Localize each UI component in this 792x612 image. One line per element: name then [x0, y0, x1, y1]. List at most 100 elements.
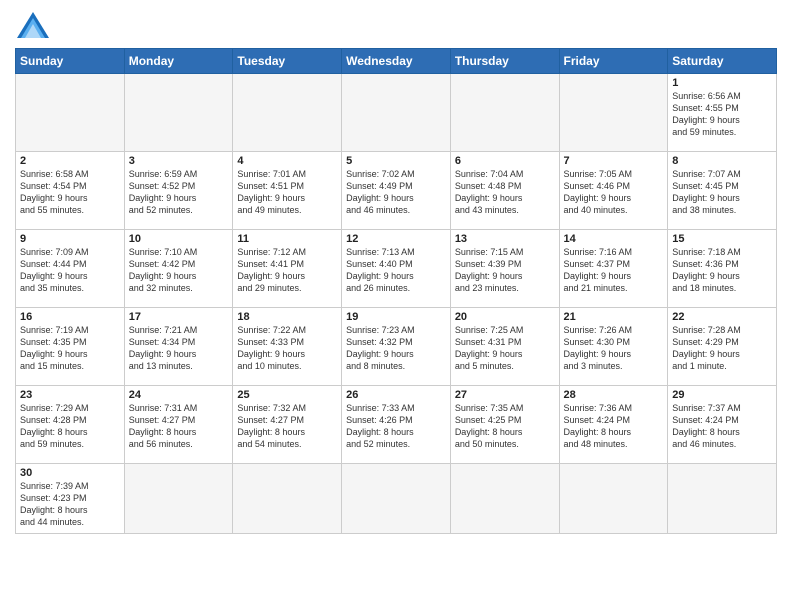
calendar-cell: 4Sunrise: 7:01 AM Sunset: 4:51 PM Daylig…	[233, 152, 342, 230]
calendar-week-row: 9Sunrise: 7:09 AM Sunset: 4:44 PM Daylig…	[16, 230, 777, 308]
day-number: 27	[455, 389, 555, 401]
day-number: 5	[346, 155, 446, 167]
calendar-cell	[450, 74, 559, 152]
day-info: Sunrise: 7:32 AM Sunset: 4:27 PM Dayligh…	[237, 402, 337, 451]
day-info: Sunrise: 6:58 AM Sunset: 4:54 PM Dayligh…	[20, 168, 120, 217]
day-info: Sunrise: 7:18 AM Sunset: 4:36 PM Dayligh…	[672, 246, 772, 295]
weekday-header-saturday: Saturday	[668, 49, 777, 74]
day-info: Sunrise: 7:21 AM Sunset: 4:34 PM Dayligh…	[129, 324, 229, 373]
day-info: Sunrise: 7:07 AM Sunset: 4:45 PM Dayligh…	[672, 168, 772, 217]
day-number: 6	[455, 155, 555, 167]
calendar-week-row: 16Sunrise: 7:19 AM Sunset: 4:35 PM Dayli…	[16, 308, 777, 386]
calendar-cell: 9Sunrise: 7:09 AM Sunset: 4:44 PM Daylig…	[16, 230, 125, 308]
day-number: 26	[346, 389, 446, 401]
calendar-cell: 30Sunrise: 7:39 AM Sunset: 4:23 PM Dayli…	[16, 464, 125, 534]
day-info: Sunrise: 7:29 AM Sunset: 4:28 PM Dayligh…	[20, 402, 120, 451]
calendar-cell	[16, 74, 125, 152]
weekday-header-wednesday: Wednesday	[342, 49, 451, 74]
logo	[15, 10, 55, 40]
calendar-cell: 24Sunrise: 7:31 AM Sunset: 4:27 PM Dayli…	[124, 386, 233, 464]
day-number: 25	[237, 389, 337, 401]
calendar-cell: 25Sunrise: 7:32 AM Sunset: 4:27 PM Dayli…	[233, 386, 342, 464]
day-info: Sunrise: 7:25 AM Sunset: 4:31 PM Dayligh…	[455, 324, 555, 373]
calendar-week-row: 1Sunrise: 6:56 AM Sunset: 4:55 PM Daylig…	[16, 74, 777, 152]
calendar-cell: 22Sunrise: 7:28 AM Sunset: 4:29 PM Dayli…	[668, 308, 777, 386]
calendar-cell: 7Sunrise: 7:05 AM Sunset: 4:46 PM Daylig…	[559, 152, 668, 230]
calendar-cell: 17Sunrise: 7:21 AM Sunset: 4:34 PM Dayli…	[124, 308, 233, 386]
day-number: 24	[129, 389, 229, 401]
day-number: 13	[455, 233, 555, 245]
calendar-cell: 11Sunrise: 7:12 AM Sunset: 4:41 PM Dayli…	[233, 230, 342, 308]
day-info: Sunrise: 7:15 AM Sunset: 4:39 PM Dayligh…	[455, 246, 555, 295]
calendar-cell: 13Sunrise: 7:15 AM Sunset: 4:39 PM Dayli…	[450, 230, 559, 308]
day-number: 14	[564, 233, 664, 245]
calendar-cell	[450, 464, 559, 534]
day-number: 16	[20, 311, 120, 323]
calendar-cell: 5Sunrise: 7:02 AM Sunset: 4:49 PM Daylig…	[342, 152, 451, 230]
calendar-cell: 14Sunrise: 7:16 AM Sunset: 4:37 PM Dayli…	[559, 230, 668, 308]
calendar-cell	[559, 74, 668, 152]
day-info: Sunrise: 7:31 AM Sunset: 4:27 PM Dayligh…	[129, 402, 229, 451]
day-info: Sunrise: 7:05 AM Sunset: 4:46 PM Dayligh…	[564, 168, 664, 217]
day-info: Sunrise: 7:22 AM Sunset: 4:33 PM Dayligh…	[237, 324, 337, 373]
day-info: Sunrise: 7:16 AM Sunset: 4:37 PM Dayligh…	[564, 246, 664, 295]
calendar-cell: 12Sunrise: 7:13 AM Sunset: 4:40 PM Dayli…	[342, 230, 451, 308]
calendar-week-row: 23Sunrise: 7:29 AM Sunset: 4:28 PM Dayli…	[16, 386, 777, 464]
calendar-cell: 23Sunrise: 7:29 AM Sunset: 4:28 PM Dayli…	[16, 386, 125, 464]
day-number: 23	[20, 389, 120, 401]
calendar-cell	[124, 74, 233, 152]
day-number: 4	[237, 155, 337, 167]
calendar-cell: 19Sunrise: 7:23 AM Sunset: 4:32 PM Dayli…	[342, 308, 451, 386]
day-info: Sunrise: 7:13 AM Sunset: 4:40 PM Dayligh…	[346, 246, 446, 295]
calendar-cell	[124, 464, 233, 534]
day-number: 29	[672, 389, 772, 401]
calendar-week-row: 30Sunrise: 7:39 AM Sunset: 4:23 PM Dayli…	[16, 464, 777, 534]
page: SundayMondayTuesdayWednesdayThursdayFrid…	[0, 0, 792, 612]
generalblue-logo-icon	[15, 10, 51, 40]
calendar-cell: 21Sunrise: 7:26 AM Sunset: 4:30 PM Dayli…	[559, 308, 668, 386]
day-info: Sunrise: 7:01 AM Sunset: 4:51 PM Dayligh…	[237, 168, 337, 217]
day-info: Sunrise: 7:36 AM Sunset: 4:24 PM Dayligh…	[564, 402, 664, 451]
weekday-header-sunday: Sunday	[16, 49, 125, 74]
day-number: 8	[672, 155, 772, 167]
day-number: 3	[129, 155, 229, 167]
calendar-cell	[233, 464, 342, 534]
calendar-cell: 8Sunrise: 7:07 AM Sunset: 4:45 PM Daylig…	[668, 152, 777, 230]
day-info: Sunrise: 7:04 AM Sunset: 4:48 PM Dayligh…	[455, 168, 555, 217]
day-number: 2	[20, 155, 120, 167]
day-number: 21	[564, 311, 664, 323]
day-info: Sunrise: 7:39 AM Sunset: 4:23 PM Dayligh…	[20, 480, 120, 529]
calendar-cell	[668, 464, 777, 534]
day-number: 15	[672, 233, 772, 245]
day-info: Sunrise: 7:37 AM Sunset: 4:24 PM Dayligh…	[672, 402, 772, 451]
day-info: Sunrise: 7:10 AM Sunset: 4:42 PM Dayligh…	[129, 246, 229, 295]
calendar-cell: 29Sunrise: 7:37 AM Sunset: 4:24 PM Dayli…	[668, 386, 777, 464]
calendar-cell: 16Sunrise: 7:19 AM Sunset: 4:35 PM Dayli…	[16, 308, 125, 386]
day-info: Sunrise: 7:33 AM Sunset: 4:26 PM Dayligh…	[346, 402, 446, 451]
day-info: Sunrise: 7:09 AM Sunset: 4:44 PM Dayligh…	[20, 246, 120, 295]
day-number: 18	[237, 311, 337, 323]
day-info: Sunrise: 7:02 AM Sunset: 4:49 PM Dayligh…	[346, 168, 446, 217]
header	[15, 10, 777, 40]
calendar-cell: 1Sunrise: 6:56 AM Sunset: 4:55 PM Daylig…	[668, 74, 777, 152]
day-info: Sunrise: 7:23 AM Sunset: 4:32 PM Dayligh…	[346, 324, 446, 373]
day-number: 17	[129, 311, 229, 323]
calendar-cell: 20Sunrise: 7:25 AM Sunset: 4:31 PM Dayli…	[450, 308, 559, 386]
calendar-cell: 28Sunrise: 7:36 AM Sunset: 4:24 PM Dayli…	[559, 386, 668, 464]
day-number: 10	[129, 233, 229, 245]
day-number: 20	[455, 311, 555, 323]
weekday-header-row: SundayMondayTuesdayWednesdayThursdayFrid…	[16, 49, 777, 74]
calendar-cell: 6Sunrise: 7:04 AM Sunset: 4:48 PM Daylig…	[450, 152, 559, 230]
calendar-cell: 2Sunrise: 6:58 AM Sunset: 4:54 PM Daylig…	[16, 152, 125, 230]
calendar-cell: 3Sunrise: 6:59 AM Sunset: 4:52 PM Daylig…	[124, 152, 233, 230]
calendar-week-row: 2Sunrise: 6:58 AM Sunset: 4:54 PM Daylig…	[16, 152, 777, 230]
day-info: Sunrise: 7:26 AM Sunset: 4:30 PM Dayligh…	[564, 324, 664, 373]
weekday-header-monday: Monday	[124, 49, 233, 74]
calendar-cell: 10Sunrise: 7:10 AM Sunset: 4:42 PM Dayli…	[124, 230, 233, 308]
calendar-cell: 15Sunrise: 7:18 AM Sunset: 4:36 PM Dayli…	[668, 230, 777, 308]
day-info: Sunrise: 7:35 AM Sunset: 4:25 PM Dayligh…	[455, 402, 555, 451]
day-number: 7	[564, 155, 664, 167]
day-info: Sunrise: 7:12 AM Sunset: 4:41 PM Dayligh…	[237, 246, 337, 295]
calendar-cell	[342, 74, 451, 152]
calendar-cell: 18Sunrise: 7:22 AM Sunset: 4:33 PM Dayli…	[233, 308, 342, 386]
